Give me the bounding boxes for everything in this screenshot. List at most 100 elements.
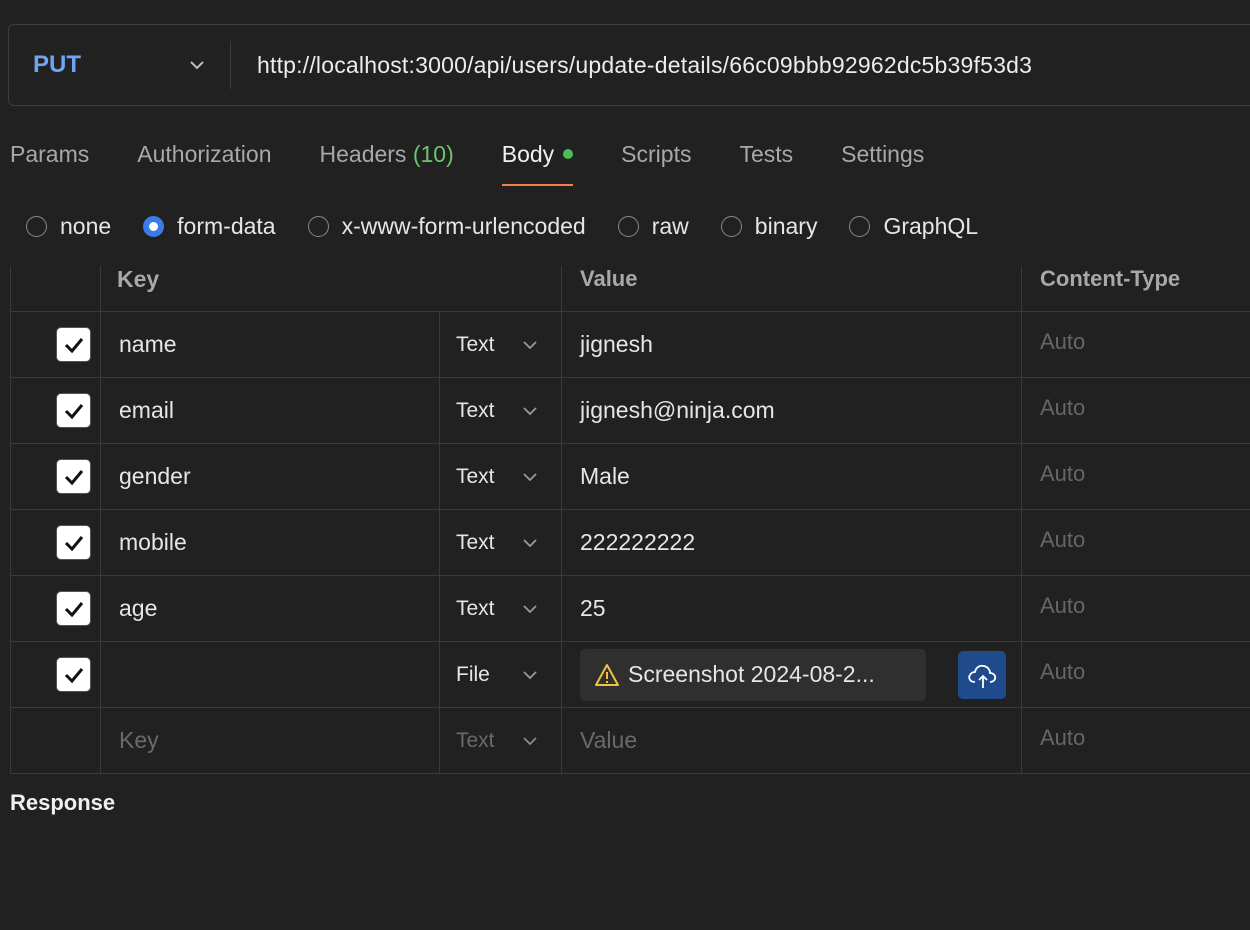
- checkmark-icon: [64, 403, 83, 419]
- content-type-cell[interactable]: Auto: [1022, 576, 1250, 641]
- radio-binary[interactable]: binary: [720, 212, 818, 240]
- content-type-cell[interactable]: Auto: [1022, 510, 1250, 575]
- chevron-down-icon: [523, 340, 537, 349]
- tab-label: Authorization: [137, 141, 272, 167]
- table-row: gender Text Male Auto: [10, 444, 1250, 510]
- checkmark-icon: [64, 535, 83, 551]
- header-value: Value: [562, 266, 1022, 311]
- value-cell[interactable]: 25: [562, 576, 1022, 641]
- url-input[interactable]: http://localhost:3000/api/users/update-d…: [231, 52, 1032, 79]
- value-cell: Screenshot 2024-08-2...: [562, 642, 1022, 707]
- request-url-bar: PUT http://localhost:3000/api/users/upda…: [8, 24, 1250, 106]
- row-checkbox[interactable]: [56, 327, 91, 362]
- radio-label: GraphQL: [883, 212, 979, 239]
- row-checkbox[interactable]: [56, 591, 91, 626]
- table-new-row: Key Text Value Auto: [10, 708, 1250, 774]
- file-chip[interactable]: Screenshot 2024-08-2...: [580, 648, 926, 701]
- chevron-down-icon: [523, 736, 537, 745]
- tab-tests[interactable]: Tests: [739, 132, 793, 188]
- tab-label: Tests: [739, 141, 794, 167]
- radio-circle[interactable]: [307, 215, 329, 237]
- key-cell[interactable]: name: [101, 312, 440, 377]
- content-type-label: Auto: [1040, 460, 1086, 486]
- checkmark-icon: [64, 337, 83, 353]
- radio-circle[interactable]: [849, 215, 871, 237]
- type-select[interactable]: File: [440, 642, 562, 707]
- key-cell[interactable]: gender: [101, 444, 440, 509]
- row-checkbox[interactable]: [56, 393, 91, 428]
- type-select[interactable]: Text: [440, 576, 562, 641]
- table-row: email Text jignesh@ninja.com Auto: [10, 378, 1250, 444]
- radio-x-www-form-urlencoded[interactable]: x-www-form-urlencoded: [307, 213, 586, 240]
- header-check-cell: [10, 266, 101, 311]
- radio-circle[interactable]: [143, 215, 165, 237]
- content-type-cell[interactable]: Auto: [1022, 444, 1250, 509]
- new-value-input[interactable]: Value: [562, 708, 1022, 773]
- key-cell[interactable]: email: [101, 378, 440, 443]
- row-checkbox[interactable]: [56, 657, 91, 692]
- row-check-cell: [10, 378, 101, 443]
- upload-file-button[interactable]: [958, 650, 1006, 699]
- content-type-label: Auto: [1040, 394, 1086, 420]
- radio-circle[interactable]: [617, 215, 639, 237]
- type-label: Text: [456, 530, 495, 554]
- row-check-cell: [10, 708, 101, 773]
- body-modified-dot: [563, 149, 574, 159]
- value-cell[interactable]: Male: [562, 444, 1022, 509]
- header-key: Key: [101, 266, 562, 311]
- tab-authorization[interactable]: Authorization: [137, 132, 271, 188]
- key-cell[interactable]: mobile: [101, 510, 440, 575]
- type-select[interactable]: Text: [440, 378, 562, 443]
- content-type-cell[interactable]: Auto: [1022, 312, 1250, 377]
- tab-label: Params: [10, 141, 90, 167]
- row-check-cell: [10, 642, 101, 707]
- headers-count: (10): [412, 141, 454, 167]
- radio-label: form-data: [177, 212, 276, 239]
- radio-circle[interactable]: [720, 215, 742, 237]
- type-label: Text: [456, 464, 495, 488]
- method-select[interactable]: PUT: [9, 41, 231, 89]
- tab-scripts[interactable]: Scripts: [621, 132, 691, 188]
- tab-params[interactable]: Params: [10, 132, 89, 188]
- table-row: age Text 25 Auto: [10, 576, 1250, 642]
- type-label: Text: [456, 398, 495, 422]
- content-type-label: Auto: [1040, 328, 1086, 354]
- content-type-label: Auto: [1040, 658, 1086, 684]
- content-type-cell[interactable]: Auto: [1022, 708, 1250, 773]
- key-cell[interactable]: age: [101, 576, 440, 641]
- tab-body[interactable]: Body: [501, 132, 574, 188]
- new-key-input[interactable]: Key: [101, 708, 440, 773]
- row-checkbox[interactable]: [56, 525, 91, 560]
- radio-label: binary: [754, 212, 818, 239]
- radio-circle[interactable]: [26, 215, 47, 237]
- radio-graphql[interactable]: GraphQL: [849, 213, 978, 240]
- tab-label: Settings: [841, 141, 925, 167]
- type-select[interactable]: Text: [440, 444, 562, 509]
- tab-label: Headers: [319, 141, 407, 167]
- tab-settings[interactable]: Settings: [841, 132, 924, 188]
- tab-headers[interactable]: Headers (10): [320, 132, 454, 188]
- value-cell[interactable]: jignesh@ninja.com: [562, 378, 1022, 443]
- checkmark-icon: [64, 601, 83, 617]
- content-type-cell[interactable]: Auto: [1022, 642, 1250, 707]
- key-cell[interactable]: [101, 642, 440, 707]
- content-type-cell[interactable]: Auto: [1022, 378, 1250, 443]
- radio-raw[interactable]: raw: [617, 212, 689, 240]
- row-checkbox[interactable]: [56, 459, 91, 494]
- radio-none[interactable]: none: [26, 213, 111, 240]
- value-cell[interactable]: 222222222: [562, 510, 1022, 575]
- type-select[interactable]: Text: [440, 312, 562, 377]
- radio-form-data[interactable]: form-data: [143, 212, 276, 240]
- file-name: Screenshot 2024-08-2...: [628, 661, 875, 687]
- table-row: mobile Text 222222222 Auto: [10, 510, 1250, 576]
- type-select[interactable]: Text: [440, 708, 562, 773]
- tab-label: Scripts: [621, 141, 692, 167]
- table-header-row: Key Value Content-Type: [10, 266, 1250, 312]
- chevron-down-icon: [523, 538, 537, 547]
- radio-label: raw: [651, 212, 689, 239]
- chevron-down-icon: [523, 406, 537, 415]
- body-type-radio-group: none form-data x-www-form-urlencoded raw…: [26, 206, 1010, 246]
- request-tabs: Params Authorization Headers (10) Body S…: [10, 132, 972, 188]
- type-select[interactable]: Text: [440, 510, 562, 575]
- value-cell[interactable]: jignesh: [562, 312, 1022, 377]
